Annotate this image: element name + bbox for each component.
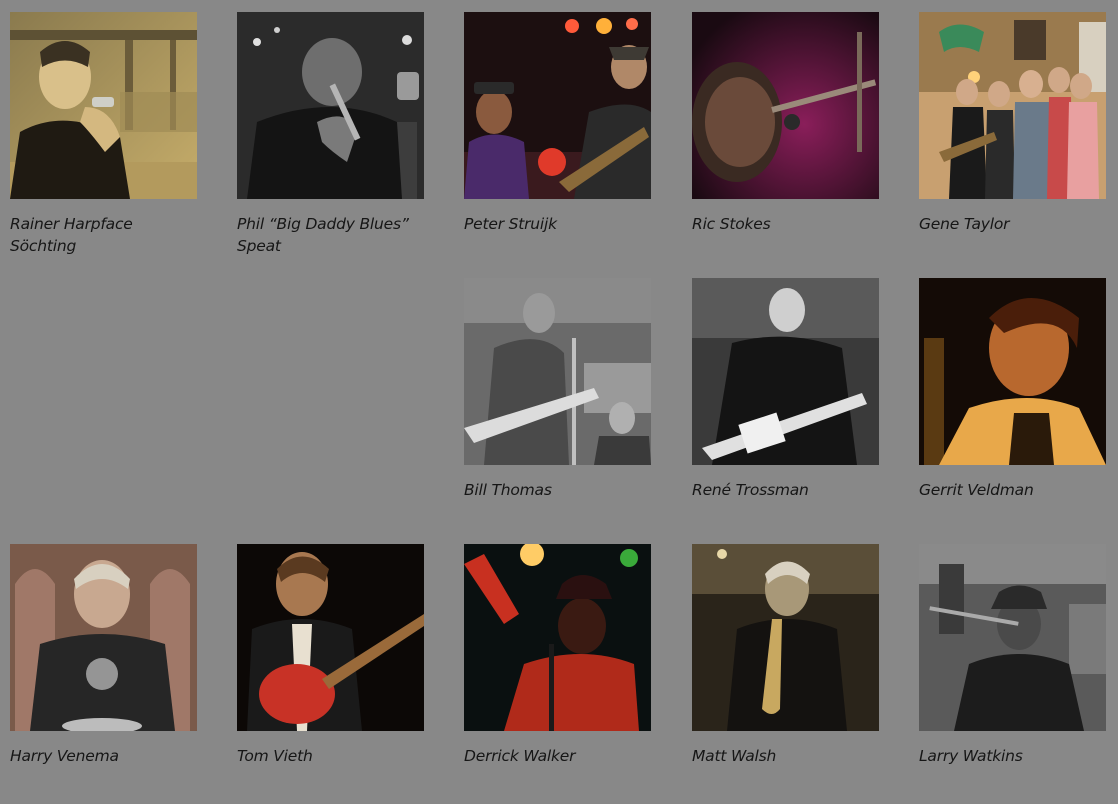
musician-photo-link[interactable] [237, 544, 424, 731]
photo-drummer-smiling [10, 544, 197, 731]
photo-singer-warm [919, 278, 1106, 465]
musician-name[interactable]: Derrick Walker [464, 745, 652, 767]
musician-card: René Trossman [692, 278, 880, 501]
musician-photo-link[interactable] [692, 544, 879, 731]
musician-name[interactable]: Ric Stokes [692, 213, 880, 235]
musician-card: Bill Thomas [464, 278, 652, 501]
musician-name[interactable]: Gerrit Veldman [919, 479, 1107, 501]
musician-card: Tom Vieth [237, 544, 425, 767]
photo-guitarists-stage [464, 12, 651, 199]
photo-singer-red-light [464, 544, 651, 731]
musician-name[interactable]: Larry Watkins [919, 745, 1107, 767]
musician-photo-link[interactable] [237, 12, 424, 199]
photo-singer-microphone [237, 12, 424, 199]
musician-photo-link[interactable] [10, 544, 197, 731]
musician-card: Derrick Walker [464, 544, 652, 767]
musician-card: Rainer Harpface Söchting [10, 12, 198, 257]
musician-photo-link[interactable] [692, 278, 879, 465]
musician-card: Ric Stokes [692, 12, 880, 235]
musician-photo-link[interactable] [464, 12, 651, 199]
photo-singer-hat [919, 544, 1106, 731]
musician-name[interactable]: Phil “Big Daddy Blues” Speat [237, 213, 425, 257]
musician-card: Matt Walsh [692, 544, 880, 767]
photo-guitarist-red-guitar [237, 544, 424, 731]
musician-name[interactable]: Harry Venema [10, 745, 198, 767]
musician-photo-link[interactable] [10, 12, 197, 199]
musician-name[interactable]: Gene Taylor [919, 213, 1107, 235]
photo-saxophonist [692, 544, 879, 731]
musician-name[interactable]: René Trossman [692, 479, 880, 501]
musician-card: Peter Struijk [464, 12, 652, 235]
musician-card: Harry Venema [10, 544, 198, 767]
musician-photo-link[interactable] [464, 278, 651, 465]
photo-harmonica-player [10, 12, 197, 199]
musician-name[interactable]: Bill Thomas [464, 479, 652, 501]
musician-photo-link[interactable] [692, 12, 879, 199]
musician-name[interactable]: Matt Walsh [692, 745, 880, 767]
musician-photo-link[interactable] [919, 544, 1106, 731]
musician-card: Phil “Big Daddy Blues” Speat [237, 12, 425, 257]
photo-singer-closeup [692, 12, 879, 199]
photo-guitarist-bw [692, 278, 879, 465]
musician-name[interactable]: Rainer Harpface Söchting [10, 213, 198, 257]
musician-card: Larry Watkins [919, 544, 1107, 767]
musician-name[interactable]: Peter Struijk [464, 213, 652, 235]
photo-guitarist-club [464, 278, 651, 465]
musician-name[interactable]: Tom Vieth [237, 745, 425, 767]
photo-band-group [919, 12, 1106, 199]
musician-card: Gerrit Veldman [919, 278, 1107, 501]
musician-photo-link[interactable] [919, 12, 1106, 199]
musician-photo-link[interactable] [919, 278, 1106, 465]
musician-card: Gene Taylor [919, 12, 1107, 235]
musician-photo-link[interactable] [464, 544, 651, 731]
